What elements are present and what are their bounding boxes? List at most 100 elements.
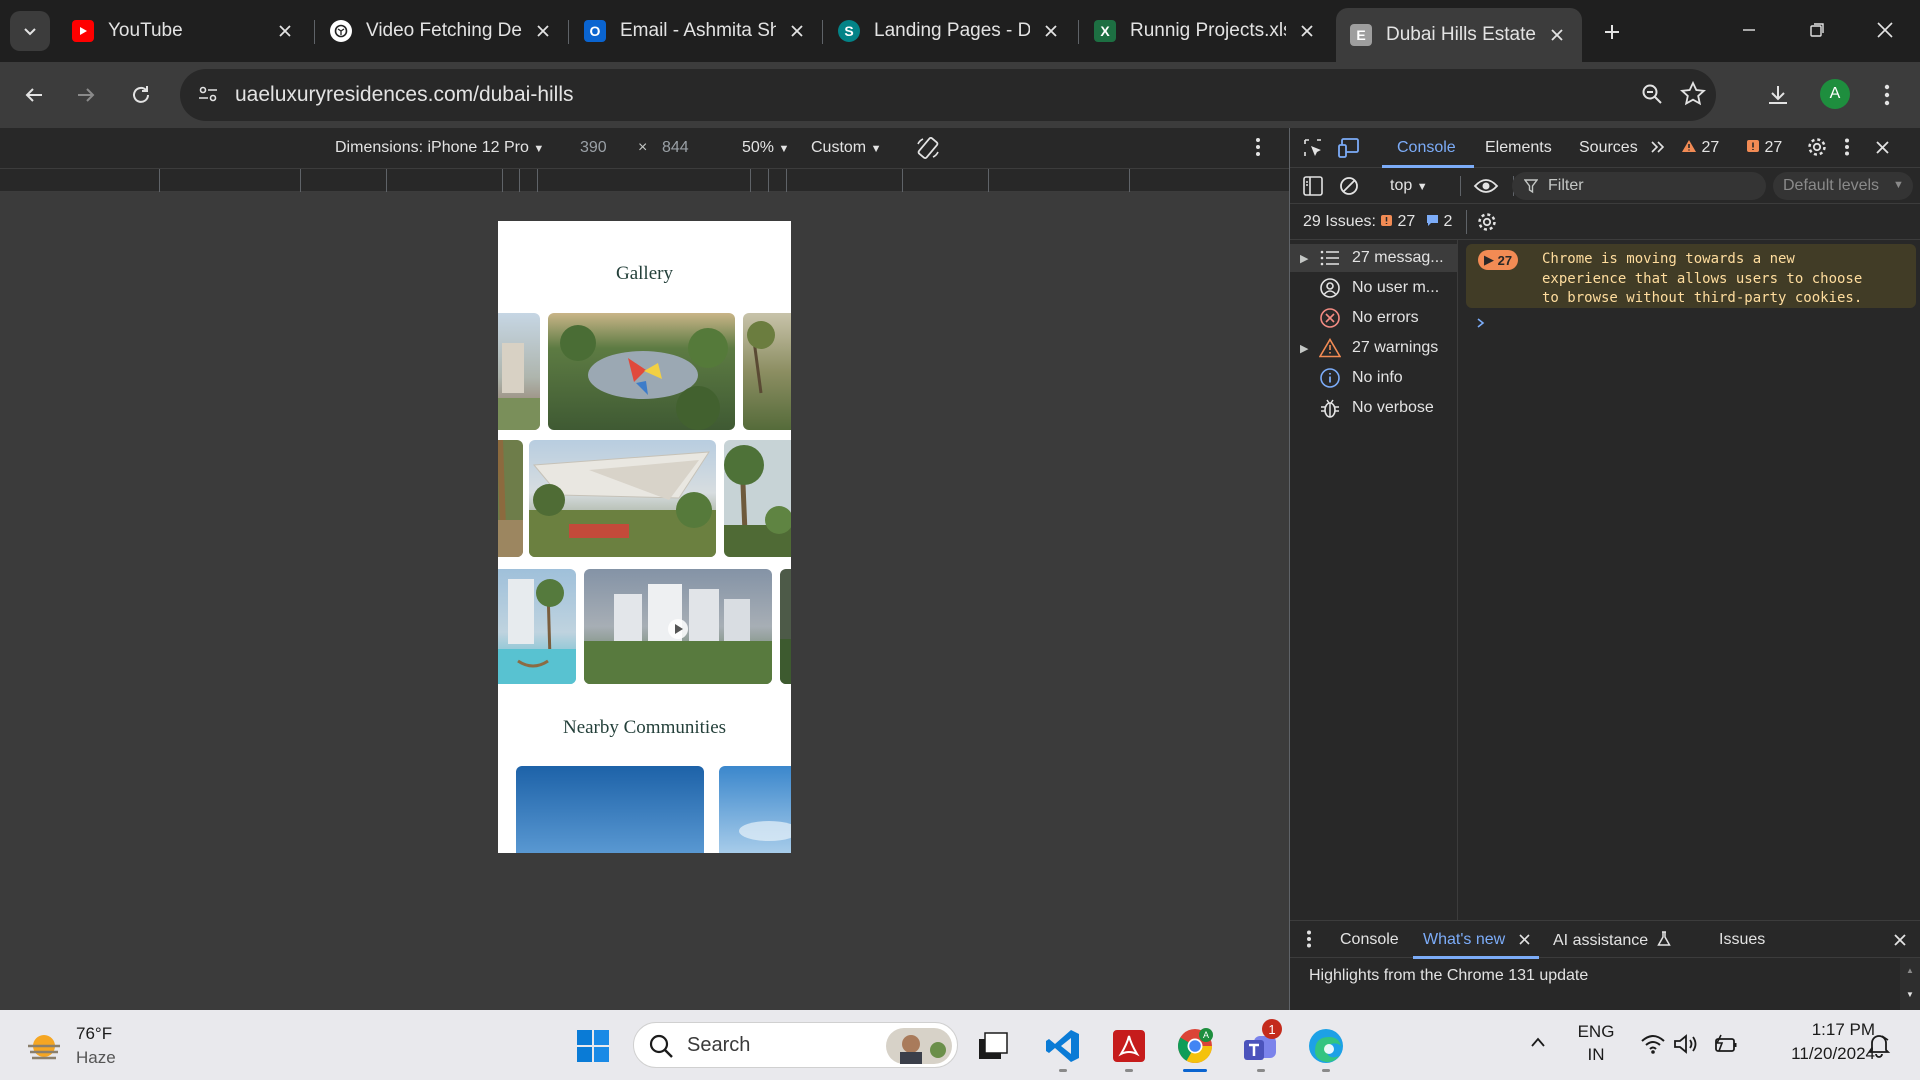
sidebar-item-warnings[interactable]: ▶ 27 warnings xyxy=(1290,334,1458,362)
taskbar-teams[interactable]: 1 xyxy=(1240,1019,1282,1067)
sidebar-item-messages[interactable]: ▶ 27 messag... xyxy=(1290,244,1458,272)
tab-console[interactable]: Console xyxy=(1397,139,1456,157)
close-icon[interactable] xyxy=(1296,20,1318,42)
sidebar-item-errors[interactable]: No errors xyxy=(1290,304,1458,332)
taskbar-edge[interactable] xyxy=(1305,1025,1347,1067)
close-icon[interactable] xyxy=(1518,933,1531,946)
community-card[interactable] xyxy=(516,766,704,853)
forward-button[interactable] xyxy=(66,75,106,115)
wifi-icon[interactable] xyxy=(1640,1032,1666,1056)
taskbar-task-view[interactable] xyxy=(972,1025,1014,1067)
windows-start-button[interactable] xyxy=(572,1025,614,1067)
console-warning-message[interactable]: ▶ 27 Chrome is moving towards a new expe… xyxy=(1466,244,1916,308)
community-card[interactable] xyxy=(719,766,791,853)
more-tabs-icon[interactable] xyxy=(1649,139,1665,155)
width-input[interactable]: 390 xyxy=(580,139,607,157)
url-text[interactable]: uaeluxuryresidences.com/dubai-hills xyxy=(235,83,574,107)
tab-youtube[interactable]: YouTube xyxy=(58,8,310,54)
taskbar-chrome[interactable]: A xyxy=(1174,1025,1216,1067)
media-query-ruler[interactable] xyxy=(0,168,1289,193)
close-icon[interactable] xyxy=(274,20,296,42)
close-icon[interactable] xyxy=(1546,24,1568,46)
more-vert-icon[interactable] xyxy=(1255,137,1261,157)
drawer-tab-issues[interactable]: Issues xyxy=(1719,931,1765,949)
more-vert-icon[interactable] xyxy=(1306,930,1312,948)
scroll-up-icon[interactable]: ▲ xyxy=(1906,966,1914,975)
gallery-image[interactable] xyxy=(498,440,523,557)
issues-warning-count[interactable]: 27 xyxy=(1380,213,1415,231)
taskbar-search[interactable]: Search xyxy=(633,1022,958,1068)
reload-button[interactable] xyxy=(121,75,161,115)
restore-button[interactable] xyxy=(1792,10,1842,50)
tab-landing-pages[interactable]: S Landing Pages - D xyxy=(824,8,1076,54)
gallery-image[interactable] xyxy=(548,313,735,430)
issues-counter[interactable]: 27 xyxy=(1746,139,1782,157)
inspect-element-icon[interactable] xyxy=(1302,137,1324,159)
taskbar-acrobat[interactable] xyxy=(1108,1025,1150,1067)
filter-input[interactable]: Filter xyxy=(1512,172,1766,200)
chevron-up-icon[interactable] xyxy=(1530,1036,1546,1048)
bookmark-star-icon[interactable] xyxy=(1680,81,1706,107)
device-toggle-icon[interactable] xyxy=(1338,137,1362,159)
gallery-image[interactable] xyxy=(529,440,716,557)
language-indicator[interactable]: ENG IN xyxy=(1575,1022,1617,1065)
sidebar-toggle-icon[interactable] xyxy=(1302,175,1324,197)
browser-menu-button[interactable] xyxy=(1867,75,1907,115)
clear-console-icon[interactable] xyxy=(1338,175,1360,197)
sidebar-item-verbose[interactable]: No verbose xyxy=(1290,394,1458,422)
tab-video-fetching[interactable]: Video Fetching De xyxy=(316,8,568,54)
tab-dubai-hills-estate[interactable]: E Dubai Hills Estate xyxy=(1336,8,1582,62)
issues-info-count[interactable]: 2 xyxy=(1426,213,1452,231)
back-button[interactable] xyxy=(14,75,54,115)
taskbar-vscode[interactable] xyxy=(1042,1025,1084,1067)
address-bar[interactable]: uaeluxuryresidences.com/dubai-hills xyxy=(180,69,1716,121)
minimize-button[interactable] xyxy=(1724,10,1774,50)
battery-icon[interactable] xyxy=(1712,1033,1738,1055)
warning-counter[interactable]: 27 xyxy=(1681,139,1719,157)
gallery-image[interactable] xyxy=(724,440,791,557)
log-levels-select[interactable]: Default levels ▼ xyxy=(1773,172,1913,200)
height-input[interactable]: 844 xyxy=(662,139,689,157)
new-tab-button[interactable] xyxy=(1594,14,1630,50)
clock[interactable]: 1:17 PM 11/20/2024 xyxy=(1755,1020,1875,1064)
sidebar-item-info[interactable]: No info xyxy=(1290,364,1458,392)
sidebar-item-user-messages[interactable]: No user m... xyxy=(1290,274,1458,302)
tab-email[interactable]: O Email - Ashmita Sh xyxy=(570,8,822,54)
tab-sources[interactable]: Sources xyxy=(1579,139,1638,157)
settings-gear-icon[interactable] xyxy=(1806,136,1828,158)
gallery-image[interactable] xyxy=(498,569,576,684)
tab-elements[interactable]: Elements xyxy=(1485,139,1552,157)
close-window-button[interactable] xyxy=(1860,10,1910,50)
profile-avatar[interactable]: A xyxy=(1820,79,1850,109)
close-icon[interactable] xyxy=(1040,20,1062,42)
notifications-bell-icon[interactable] xyxy=(1866,1032,1892,1058)
whats-new-highlight[interactable]: Highlights from the Chrome 131 update xyxy=(1309,967,1588,985)
throttle-select[interactable]: Custom ▼ xyxy=(811,139,881,157)
close-icon[interactable] xyxy=(532,20,554,42)
drawer-tab-ai-assistance[interactable]: AI assistance xyxy=(1553,931,1671,950)
close-devtools-icon[interactable] xyxy=(1875,140,1890,155)
tab-search-button[interactable] xyxy=(10,11,50,51)
gallery-image[interactable] xyxy=(780,569,791,684)
gallery-image[interactable] xyxy=(584,569,772,684)
context-select[interactable]: top ▼ xyxy=(1390,177,1428,195)
scroll-down-icon[interactable]: ▼ xyxy=(1906,990,1914,999)
zoom-select[interactable]: 50% ▼ xyxy=(742,139,789,157)
gallery-image[interactable] xyxy=(498,313,540,430)
drawer-tab-console[interactable]: Console xyxy=(1340,931,1399,949)
close-drawer-icon[interactable] xyxy=(1893,933,1907,947)
console-prompt-icon[interactable] xyxy=(1475,316,1487,330)
close-icon[interactable] xyxy=(786,20,808,42)
tab-running-projects[interactable]: X Runnig Projects.xls xyxy=(1080,8,1332,54)
drawer-tab-whats-new[interactable]: What's new xyxy=(1423,931,1505,949)
live-expression-eye-icon[interactable] xyxy=(1473,176,1499,196)
device-select[interactable]: Dimensions: iPhone 12 Pro ▼ xyxy=(335,139,544,157)
settings-gear-icon[interactable] xyxy=(1476,211,1498,233)
site-info-icon[interactable] xyxy=(196,82,220,106)
downloads-button[interactable] xyxy=(1758,75,1798,115)
volume-icon[interactable] xyxy=(1673,1032,1699,1056)
gallery-image[interactable] xyxy=(743,313,791,430)
zoom-icon[interactable] xyxy=(1640,82,1664,106)
more-vert-icon[interactable] xyxy=(1844,138,1850,156)
rotate-icon[interactable] xyxy=(915,135,941,161)
